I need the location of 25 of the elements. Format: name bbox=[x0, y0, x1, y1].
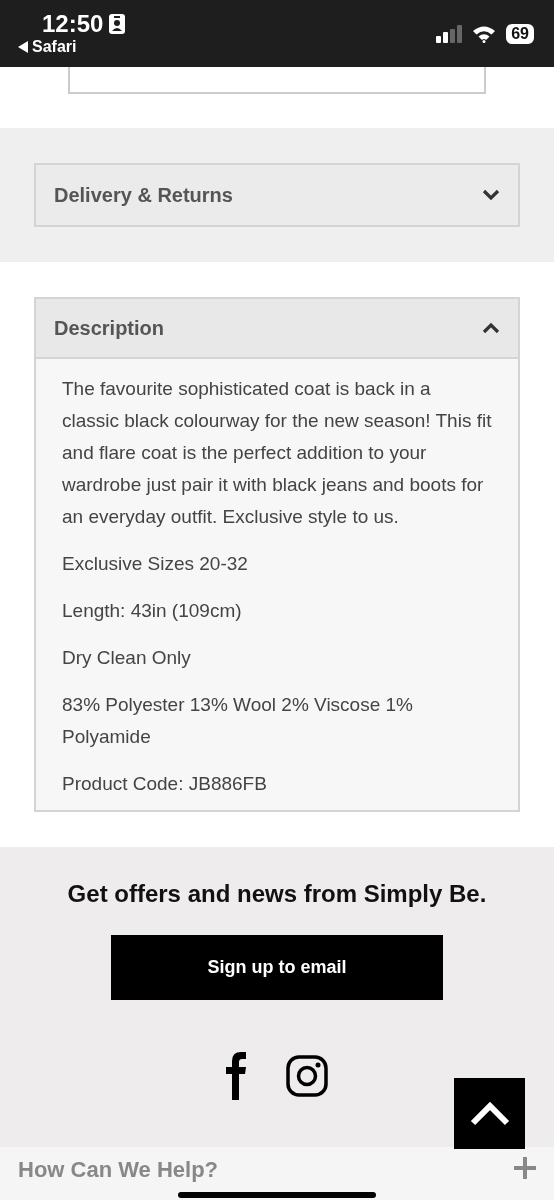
back-arrow-icon bbox=[18, 41, 28, 53]
back-to-top-button[interactable] bbox=[454, 1078, 525, 1149]
accordion-header[interactable]: Description bbox=[36, 299, 518, 359]
chevron-down-icon bbox=[482, 189, 500, 201]
chevron-up-icon bbox=[482, 322, 500, 334]
battery-level: 69 bbox=[506, 24, 534, 44]
newsletter-heading: Get offers and news from Simply Be. bbox=[67, 880, 487, 908]
description-text: 83% Polyester 13% Wool 2% Viscose 1% Polyamide bbox=[62, 693, 414, 749]
id-card-icon bbox=[109, 14, 126, 34]
description-text: Product Code: JB886FB bbox=[62, 772, 268, 796]
accordion-header[interactable]: Delivery & Returns bbox=[36, 165, 518, 225]
chevron-up-icon bbox=[468, 1100, 511, 1127]
description-text: The favourite sophisticated coat is back in a classic black colourway for the new season! This fit and flare coat is the perfect addition to your wardrobe just pair it with black jeans and boots for an everyday outfit. Exclusive style to us. bbox=[62, 377, 492, 529]
back-link[interactable]: Safari bbox=[18, 38, 126, 56]
wifi-icon bbox=[472, 25, 497, 43]
description-text: Length: 43in (109cm) bbox=[62, 599, 243, 623]
plus-icon[interactable] bbox=[514, 1157, 536, 1179]
sign-up-button[interactable]: Sign up to email bbox=[111, 935, 443, 1000]
signal-icon bbox=[436, 25, 463, 43]
facebook-icon[interactable] bbox=[226, 1052, 246, 1100]
clock-time: 12:50 bbox=[41, 10, 104, 38]
help-section-title[interactable]: How Can We Help? bbox=[18, 1157, 219, 1183]
description-text: Dry Clean Only bbox=[62, 646, 192, 670]
instagram-icon[interactable] bbox=[286, 1055, 328, 1097]
description-text: Exclusive Sizes 20-32 bbox=[62, 552, 249, 576]
